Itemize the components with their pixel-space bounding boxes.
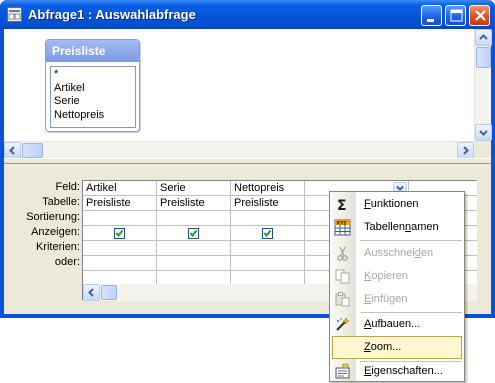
row-label-feld: Feld: <box>55 181 80 193</box>
show-checkbox[interactable] <box>114 228 125 239</box>
cell-anzeigen[interactable] <box>157 226 230 241</box>
cell-tabelle[interactable]: Preisliste <box>157 196 230 211</box>
field-item[interactable]: Serie <box>54 95 132 109</box>
horizontal-scrollbar[interactable] <box>4 141 474 159</box>
menu-label: Kopieren <box>364 270 409 282</box>
grid-column-serie[interactable]: Serie Preisliste <box>157 181 231 284</box>
cell-tabelle[interactable]: Preisliste <box>83 196 156 211</box>
menu-label: Funktionen <box>364 198 419 210</box>
field-item[interactable]: * <box>54 68 132 82</box>
menu-item-einfuegen[interactable]: Einfügen <box>330 288 464 311</box>
grid-column-nettopreis[interactable]: Nettopreis Preisliste <box>231 181 305 284</box>
menu-item-ausschneiden[interactable]: Ausschneiden <box>330 242 464 265</box>
paste-icon <box>335 292 350 307</box>
scroll-left-button[interactable] <box>83 284 100 301</box>
scroll-thumb[interactable] <box>22 143 43 158</box>
cell-oder[interactable] <box>83 256 156 271</box>
build-wand-icon <box>336 317 350 331</box>
arrow-right-icon <box>463 146 469 155</box>
close-icon <box>475 10 486 21</box>
row-label-sortierung: Sortierung: <box>26 211 80 223</box>
cut-icon <box>337 246 348 261</box>
minimize-icon <box>427 19 434 22</box>
show-checkbox[interactable] <box>188 228 199 239</box>
cell-kriterien[interactable] <box>231 241 304 256</box>
menu-item-tabellennamen[interactable]: XYZ Tabellennamen <box>330 216 464 239</box>
close-button[interactable] <box>469 5 490 26</box>
field-list[interactable]: * Artikel Serie Nettopreis <box>50 66 136 128</box>
scroll-left-button[interactable] <box>4 142 21 159</box>
cell-sortierung[interactable] <box>83 211 156 226</box>
row-label-kriterien: Kriterien: <box>35 241 80 253</box>
menu-item-zoom[interactable]: Zoom... <box>332 336 462 359</box>
table-preisliste[interactable]: Preisliste * Artikel Serie Nettopreis <box>45 39 140 132</box>
cell-kriterien[interactable] <box>157 241 230 256</box>
arrow-left-icon <box>88 288 94 297</box>
cell-feld[interactable]: Serie <box>157 181 230 196</box>
menu-label: Einfügen <box>364 293 408 305</box>
table-names-icon: XYZ <box>334 219 351 236</box>
scroll-corner <box>474 141 491 158</box>
row-label-tabelle: Tabelle: <box>42 196 80 208</box>
menu-item-funktionen[interactable]: Σ Funktionen <box>330 193 464 216</box>
scroll-right-button[interactable] <box>457 142 474 159</box>
menu-separator <box>360 240 462 241</box>
field-item[interactable]: Artikel <box>54 82 132 96</box>
menu-label: Zoom... <box>364 341 402 353</box>
arrow-left-icon <box>9 146 15 155</box>
cell-tabelle[interactable]: Preisliste <box>231 196 304 211</box>
title-bar[interactable]: Abfrage1 : Auswahlabfrage <box>0 0 495 29</box>
menu-label: Ausschneiden <box>364 247 434 259</box>
cell-anzeigen[interactable] <box>231 226 304 241</box>
minimize-button[interactable] <box>421 5 442 26</box>
cell-sortierung[interactable] <box>231 211 304 226</box>
scroll-up-button[interactable] <box>475 29 492 46</box>
scroll-thumb[interactable] <box>476 47 491 68</box>
maximize-button[interactable] <box>445 5 466 26</box>
context-menu: Σ Funktionen XYZ Tabellennamen Ausschnei… <box>329 191 465 382</box>
properties-icon <box>335 363 350 379</box>
row-labels: Feld: Tabelle: Sortierung: Anzeigen: Kri… <box>4 180 80 270</box>
sigma-icon: Σ <box>337 198 347 213</box>
row-label-oder: oder: <box>54 256 80 268</box>
menu-label: Eigenschaften... <box>364 365 443 377</box>
cell-anzeigen[interactable] <box>83 226 156 241</box>
arrow-up-icon <box>479 34 488 40</box>
vertical-scrollbar[interactable] <box>474 29 492 141</box>
cell-oder[interactable] <box>157 256 230 271</box>
cell-sortierung[interactable] <box>157 211 230 226</box>
menu-item-eigenschaften[interactable]: Eigenschaften... <box>330 360 464 383</box>
cell-feld[interactable]: Artikel <box>83 181 156 196</box>
menu-label: Aufbauen... <box>364 318 421 330</box>
checkmark-icon <box>263 229 272 238</box>
scroll-down-button[interactable] <box>475 124 492 141</box>
arrow-down-icon <box>479 130 488 136</box>
field-item[interactable]: Nettopreis <box>54 109 132 123</box>
checkmark-icon <box>189 229 198 238</box>
scroll-thumb[interactable] <box>101 285 117 300</box>
copy-icon <box>335 269 350 284</box>
show-checkbox[interactable] <box>262 228 273 239</box>
window-title: Abfrage1 : Auswahlabfrage <box>28 7 196 22</box>
menu-item-aufbauen[interactable]: Aufbauen... <box>330 313 464 336</box>
grid-column-artikel[interactable]: Artikel Preisliste <box>83 181 157 284</box>
svg-text:Σ: Σ <box>337 198 347 213</box>
cell-kriterien[interactable] <box>83 241 156 256</box>
table-title[interactable]: Preisliste <box>46 40 139 62</box>
checkmark-icon <box>115 229 124 238</box>
cell-oder[interactable] <box>231 256 304 271</box>
menu-label: Tabellennamen <box>364 221 439 233</box>
svg-text:XYZ: XYZ <box>337 220 348 226</box>
cell-feld[interactable]: Nettopreis <box>231 181 304 196</box>
table-pane[interactable]: Preisliste * Artikel Serie Nettopreis <box>4 29 492 159</box>
maximize-icon <box>450 9 463 22</box>
menu-item-kopieren[interactable]: Kopieren <box>330 265 464 288</box>
query-icon <box>7 7 22 22</box>
row-label-anzeigen: Anzeigen: <box>31 226 80 238</box>
